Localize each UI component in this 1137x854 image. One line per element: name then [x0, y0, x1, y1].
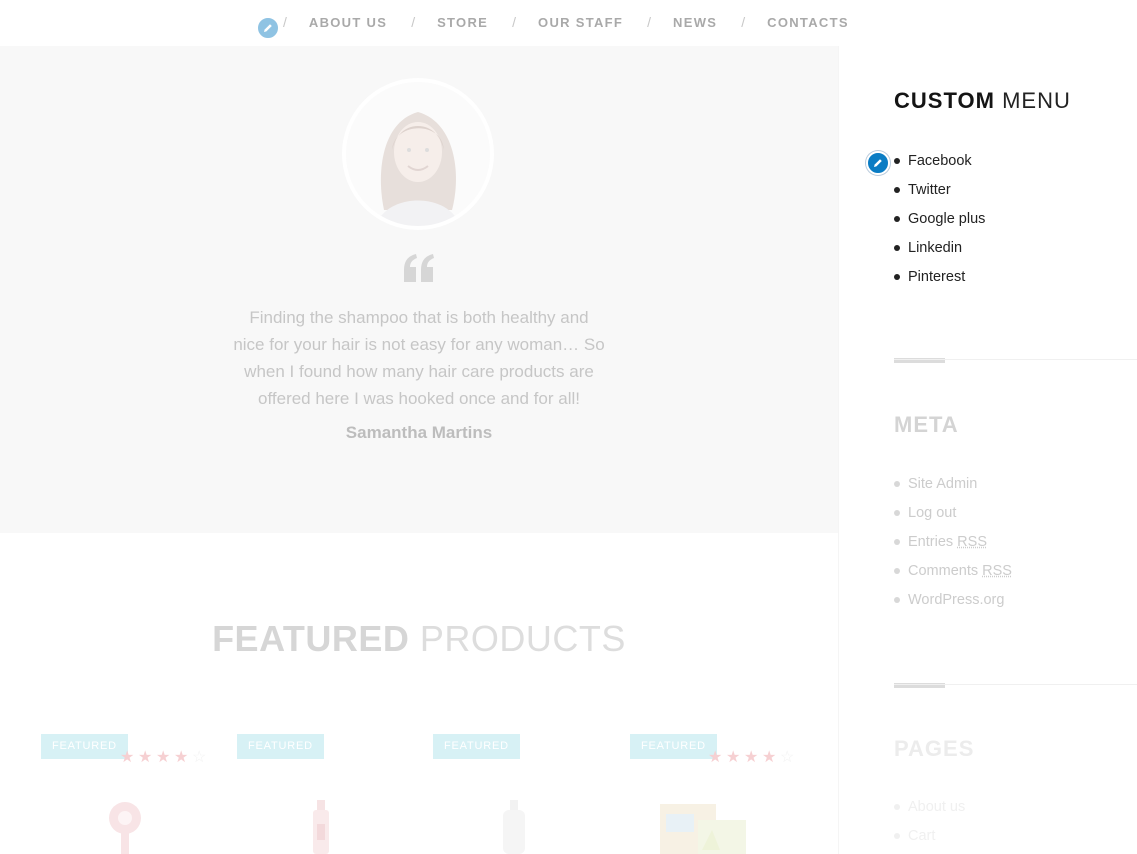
testimonial-section: Finding the shampoo that is both healthy… [0, 46, 838, 533]
nav-link-our-staff[interactable]: OUR STAFF [538, 15, 623, 30]
bullet-dot [894, 273, 900, 280]
testimonial-author: Samantha Martins [345, 423, 493, 442]
featured-badge: FEATURED [433, 734, 520, 759]
featured-badge: FEATURED [237, 734, 324, 759]
pages-list: About us Cart [894, 792, 965, 850]
nav-link-about-us[interactable]: ABOUT US [309, 15, 387, 30]
custom-menu-title-light: MENU [1002, 88, 1071, 113]
custom-menu-item-pinterest[interactable]: Pinterest [894, 262, 985, 291]
bullet-dot [894, 596, 900, 603]
edit-nav-pencil-icon[interactable] [256, 16, 280, 40]
top-navigation: / ABOUT US / STORE / OUR STAFF / NEWS / … [0, 0, 1137, 46]
featured-badge: FEATURED [630, 734, 717, 759]
widget-divider-line [894, 684, 1137, 685]
product-image[interactable] [105, 800, 145, 854]
featured-heading-light: PRODUCTS [419, 618, 626, 659]
featured-badge: FEATURED [41, 734, 128, 759]
menu-link[interactable]: Twitter [908, 182, 951, 198]
rating-stars: ★ ★ ★ ★ ☆ [120, 750, 210, 766]
rss-abbr[interactable]: RSS [957, 534, 987, 550]
star-icon: ★ [120, 749, 135, 766]
featured-heading-strong: FEATURED [212, 618, 410, 659]
product-image[interactable] [658, 800, 748, 854]
page-link[interactable]: Cart [908, 828, 935, 844]
meta-link[interactable]: Site Admin [908, 476, 977, 492]
custom-menu-list: Facebook Twitter Google plus Linkedin Pi… [894, 146, 985, 291]
menu-link[interactable]: Linkedin [908, 240, 962, 256]
testimonial-avatar [342, 78, 494, 230]
nav-separator: / [411, 14, 416, 30]
star-icon: ★ [708, 749, 723, 766]
menu-link[interactable]: Google plus [908, 211, 985, 227]
custom-menu-item-linkedin[interactable]: Linkedin [894, 233, 985, 262]
meta-item-site-admin[interactable]: Site Admin [894, 469, 1012, 498]
star-icon: ★ [174, 749, 189, 766]
bullet-dot [894, 509, 900, 516]
nav-link-store[interactable]: STORE [437, 15, 488, 30]
page: / ABOUT US / STORE / OUR STAFF / NEWS / … [0, 0, 1137, 854]
meta-item-entries-rss[interactable]: Entries RSS [894, 527, 1012, 556]
pages-item-about-us[interactable]: About us [894, 792, 965, 821]
rss-abbr[interactable]: RSS [982, 563, 1012, 579]
page-link[interactable]: About us [908, 799, 965, 815]
meta-link[interactable]: WordPress.org [908, 592, 1004, 608]
bullet-dot [894, 567, 900, 574]
bullet-dot [894, 186, 900, 193]
meta-item-wordpress[interactable]: WordPress.org [894, 585, 1012, 614]
product-image[interactable] [499, 800, 529, 854]
pages-title: PAGES [894, 736, 975, 761]
nav-separator: / [647, 14, 652, 30]
product-card[interactable]: FEATURED ★ ★ ★ ★ ☆ [630, 714, 810, 854]
bullet-dot [894, 480, 900, 487]
star-icon: ★ [156, 749, 171, 766]
custom-menu-title: CUSTOM MENU [894, 88, 1071, 114]
nav-link-news[interactable]: NEWS [673, 15, 717, 30]
nav-link-contacts[interactable]: CONTACTS [767, 15, 849, 30]
testimonial-quote: Finding the shampoo that is both healthy… [233, 308, 605, 408]
nav-separator: / [512, 14, 517, 30]
meta-list: Site Admin Log out Entries RSS Comments … [894, 469, 1012, 614]
star-empty-icon: ☆ [780, 749, 795, 766]
product-card[interactable]: FEATURED [433, 714, 613, 854]
product-card[interactable]: FEATURED ★ ★ ★ ★ ☆ [41, 714, 221, 854]
custom-menu-item-twitter[interactable]: Twitter [894, 175, 985, 204]
custom-menu-item-google-plus[interactable]: Google plus [894, 204, 985, 233]
bullet-dot [894, 157, 900, 164]
star-icon: ★ [762, 749, 777, 766]
meta-link[interactable]: Entries [908, 534, 953, 550]
bullet-dot [894, 832, 900, 839]
featured-products-heading: FEATURED PRODUCTS [0, 618, 838, 660]
meta-item-comments-rss[interactable]: Comments RSS [894, 556, 1012, 585]
product-image[interactable] [309, 800, 333, 854]
nav-menu: / ABOUT US / STORE / OUR STAFF / NEWS / … [283, 14, 873, 30]
bullet-dot [894, 244, 900, 251]
star-icon: ★ [744, 749, 759, 766]
pages-item-cart[interactable]: Cart [894, 821, 965, 850]
product-card[interactable]: FEATURED [237, 714, 417, 854]
nav-separator: / [741, 14, 746, 30]
edit-widget-pencil-icon[interactable] [866, 151, 890, 175]
star-icon: ★ [138, 749, 153, 766]
meta-title: META [894, 412, 959, 437]
star-icon: ★ [726, 749, 741, 766]
nav-separator: / [283, 14, 287, 30]
bullet-dot [894, 538, 900, 545]
bullet-dot [894, 803, 900, 810]
meta-link[interactable]: Comments [908, 563, 978, 579]
meta-item-log-out[interactable]: Log out [894, 498, 1012, 527]
menu-link[interactable]: Facebook [908, 153, 972, 169]
custom-menu-item-facebook[interactable]: Facebook [894, 146, 985, 175]
star-empty-icon: ☆ [192, 749, 207, 766]
custom-menu-title-strong: CUSTOM [894, 88, 995, 113]
menu-link[interactable]: Pinterest [908, 269, 965, 285]
rating-stars: ★ ★ ★ ★ ☆ [708, 750, 798, 766]
widget-divider-line [894, 359, 1137, 360]
bullet-dot [894, 215, 900, 222]
quote-icon [404, 254, 434, 282]
meta-link[interactable]: Log out [908, 505, 956, 521]
